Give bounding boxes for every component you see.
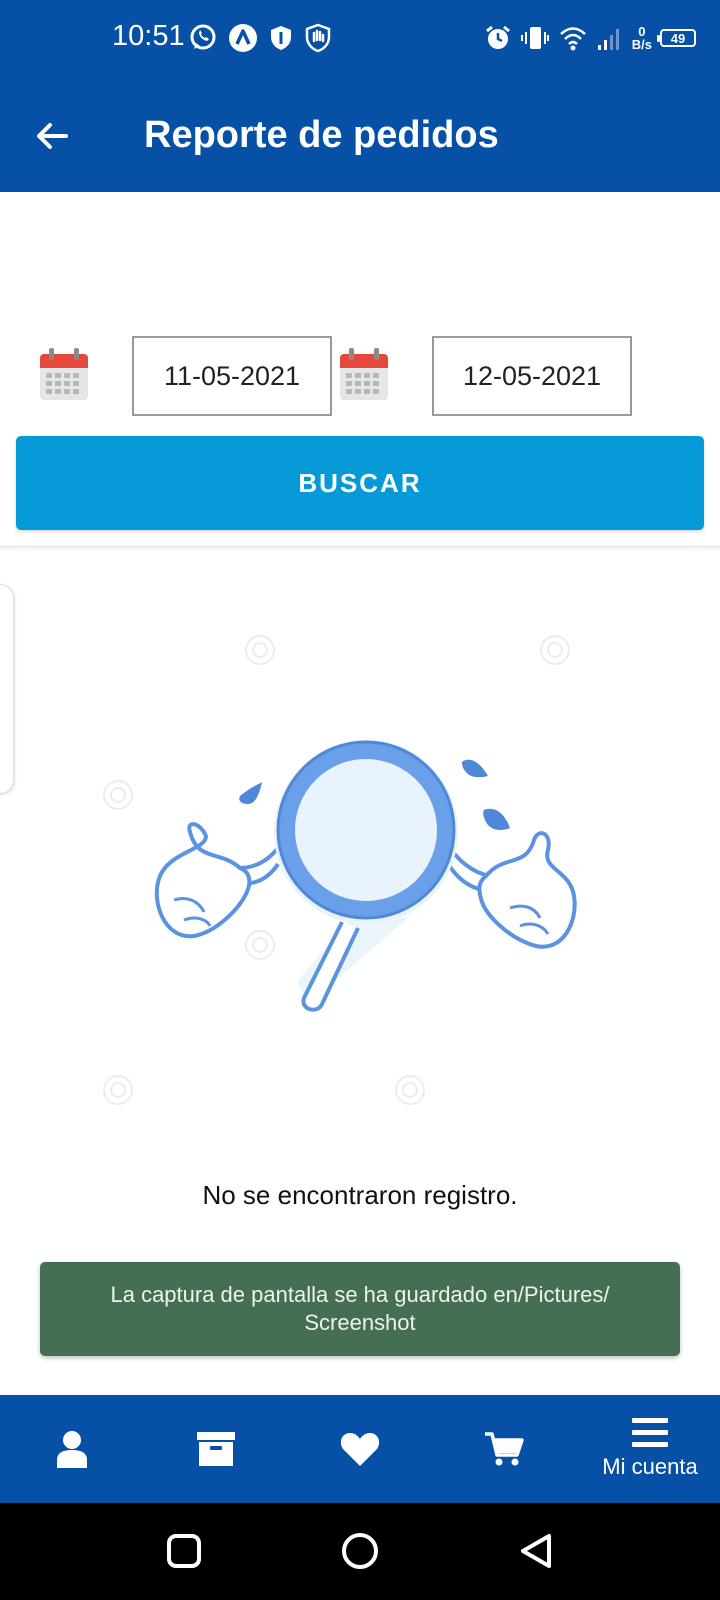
hand-shield-icon [305, 23, 331, 53]
page-title: Reporte de pedidos [144, 114, 499, 156]
empty-state-message: No se encontraron registro. [202, 1180, 518, 1210]
back-triangle-icon[interactable] [516, 1531, 556, 1571]
nav-favorites[interactable] [320, 1395, 400, 1503]
battery-level: 49 [670, 30, 686, 46]
user-icon [57, 1431, 87, 1468]
date-to-field[interactable]: 12-05-2021 [432, 336, 632, 416]
archive-box-icon [197, 1432, 235, 1466]
app-a-icon [229, 24, 257, 52]
battery-indicator: 49 [657, 29, 696, 47]
nav-my-account-label: Mi cuenta [602, 1454, 698, 1479]
calendar-icon[interactable] [38, 346, 90, 402]
vibrate-icon [520, 27, 549, 49]
toast-notification: La captura de pantalla se ha guardado en… [40, 1262, 680, 1356]
recent-apps-icon[interactable] [164, 1531, 204, 1571]
whatsapp-icon [190, 24, 216, 50]
magnifier-shrug-illustration [103, 635, 577, 1105]
nav-orders[interactable] [176, 1395, 256, 1503]
date-from-value: 11-05-2021 [163, 360, 301, 391]
date-from-field[interactable]: 11-05-2021 [132, 336, 332, 416]
calendar-icon[interactable] [338, 346, 390, 402]
wifi-icon [559, 27, 586, 51]
signal-icon [597, 29, 619, 50]
bottom-navigation: Mi cuenta [0, 1395, 720, 1503]
status-time: 10:51 [112, 20, 185, 52]
alarm-icon [485, 25, 510, 49]
status-right-icons: 0 B/s 49 [484, 22, 696, 54]
side-drawer-handle[interactable] [0, 584, 14, 794]
network-speed-unit: B/s [631, 37, 652, 52]
nav-my-account[interactable]: Mi cuenta [588, 1395, 712, 1503]
menu-icon [632, 1418, 668, 1447]
network-speed: 0 B/s [632, 25, 652, 51]
app-header: 10:51 0 B/s 49 Reporte de pedidos [0, 0, 720, 192]
status-left-icons [188, 22, 332, 54]
toast-message: La captura de pantalla se ha guardado en… [110, 1282, 610, 1335]
arrow-left-icon[interactable] [32, 116, 72, 156]
search-button[interactable]: BUSCAR [16, 436, 704, 530]
shield-icon [271, 26, 291, 50]
heart-icon [340, 1433, 380, 1466]
search-button-label: BUSCAR [298, 467, 422, 498]
system-navigation-bar [0, 1503, 720, 1600]
nav-cart[interactable] [464, 1395, 544, 1503]
cart-icon [485, 1432, 524, 1466]
nav-profile[interactable] [32, 1395, 112, 1503]
date-to-value: 12-05-2021 [462, 360, 602, 391]
home-icon[interactable] [340, 1531, 380, 1571]
